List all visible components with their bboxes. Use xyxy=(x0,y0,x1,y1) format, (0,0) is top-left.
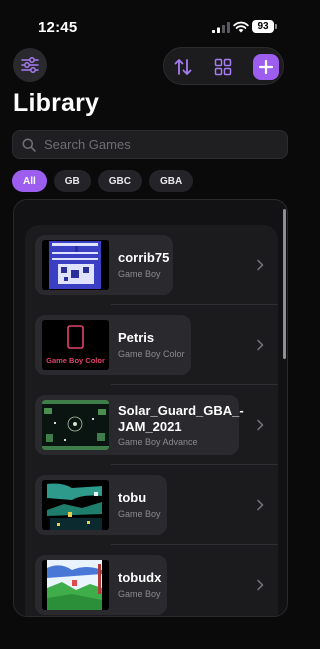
game-title: tobudx xyxy=(118,570,162,585)
game-row[interactable]: tobudx Game Boy xyxy=(25,545,278,616)
game-cover-thumbnail xyxy=(42,240,109,290)
game-cover-thumbnail xyxy=(42,400,109,450)
chevron-right-icon xyxy=(257,419,264,431)
game-title: Petris xyxy=(118,330,155,345)
game-row[interactable]: corrib75 Game Boy xyxy=(25,225,278,305)
search-placeholder: Search Games xyxy=(44,137,131,152)
game-platform: Game Boy Advance xyxy=(118,437,198,447)
grid-icon xyxy=(214,58,232,76)
game-platform: Game Boy xyxy=(118,269,161,279)
chevron-right-icon xyxy=(257,579,264,591)
game-row[interactable]: tobu Game Boy xyxy=(25,465,278,545)
game-cover-thumbnail xyxy=(42,480,109,530)
filter-chip-gba[interactable]: GBA xyxy=(149,170,194,192)
sliders-icon xyxy=(21,57,39,73)
game-title: corrib75 xyxy=(118,250,170,265)
chevron-right-icon xyxy=(257,499,264,511)
game-card[interactable]: Game Boy Color Petris Game Boy Color xyxy=(35,315,191,375)
game-card[interactable]: corrib75 Game Boy xyxy=(35,235,173,295)
cellular-signal-icon xyxy=(212,22,230,33)
chevron-right-icon xyxy=(257,259,264,271)
toolbar-actions xyxy=(163,47,284,85)
sort-arrows-icon xyxy=(174,59,192,75)
search-icon xyxy=(22,138,36,152)
game-list-group: corrib75 Game Boy Game Boy Color Petris xyxy=(25,225,278,616)
platform-filter-chips: All GB GBC GBA xyxy=(12,170,194,192)
add-game-button[interactable] xyxy=(253,54,279,80)
filter-chip-all[interactable]: All xyxy=(12,170,47,192)
game-platform: Game Boy xyxy=(118,589,161,599)
game-card[interactable]: tobudx Game Boy xyxy=(35,555,167,615)
game-title: Solar_Guard_GBA_-JAM_2021 xyxy=(118,403,244,434)
library-list: corrib75 Game Boy Game Boy Color Petris xyxy=(13,199,288,617)
list-scrollbar[interactable] xyxy=(283,209,286,359)
game-title: tobu xyxy=(118,490,147,505)
game-platform: Game Boy Color xyxy=(118,349,185,359)
game-card[interactable]: Solar_Guard_GBA_-JAM_2021 Game Boy Advan… xyxy=(35,395,244,455)
battery-indicator: 93 xyxy=(252,20,277,33)
filter-chip-gbc[interactable]: GBC xyxy=(97,170,143,192)
game-card[interactable]: tobu Game Boy xyxy=(35,475,167,535)
filter-chip-gb[interactable]: GB xyxy=(53,170,91,192)
chevron-right-icon xyxy=(257,339,264,351)
plus-icon xyxy=(258,59,274,75)
status-time: 12:45 xyxy=(38,19,78,36)
page-title: Library xyxy=(13,89,100,117)
filter-settings-button[interactable] xyxy=(13,48,47,82)
game-row[interactable]: Game Boy Color Petris Game Boy Color xyxy=(25,305,278,385)
game-cover-thumbnail: Game Boy Color xyxy=(42,320,109,370)
grid-view-button[interactable] xyxy=(212,56,234,78)
status-bar: 12:45 93 xyxy=(0,0,300,50)
game-cover-thumbnail xyxy=(42,560,109,610)
game-row[interactable]: Solar_Guard_GBA_-JAM_2021 Game Boy Advan… xyxy=(25,385,278,465)
sort-button[interactable] xyxy=(172,56,194,78)
search-input[interactable]: Search Games xyxy=(12,130,288,159)
wifi-icon xyxy=(233,21,249,33)
thumbnail-caption: Game Boy Color xyxy=(46,356,105,365)
game-platform: Game Boy xyxy=(118,509,161,519)
